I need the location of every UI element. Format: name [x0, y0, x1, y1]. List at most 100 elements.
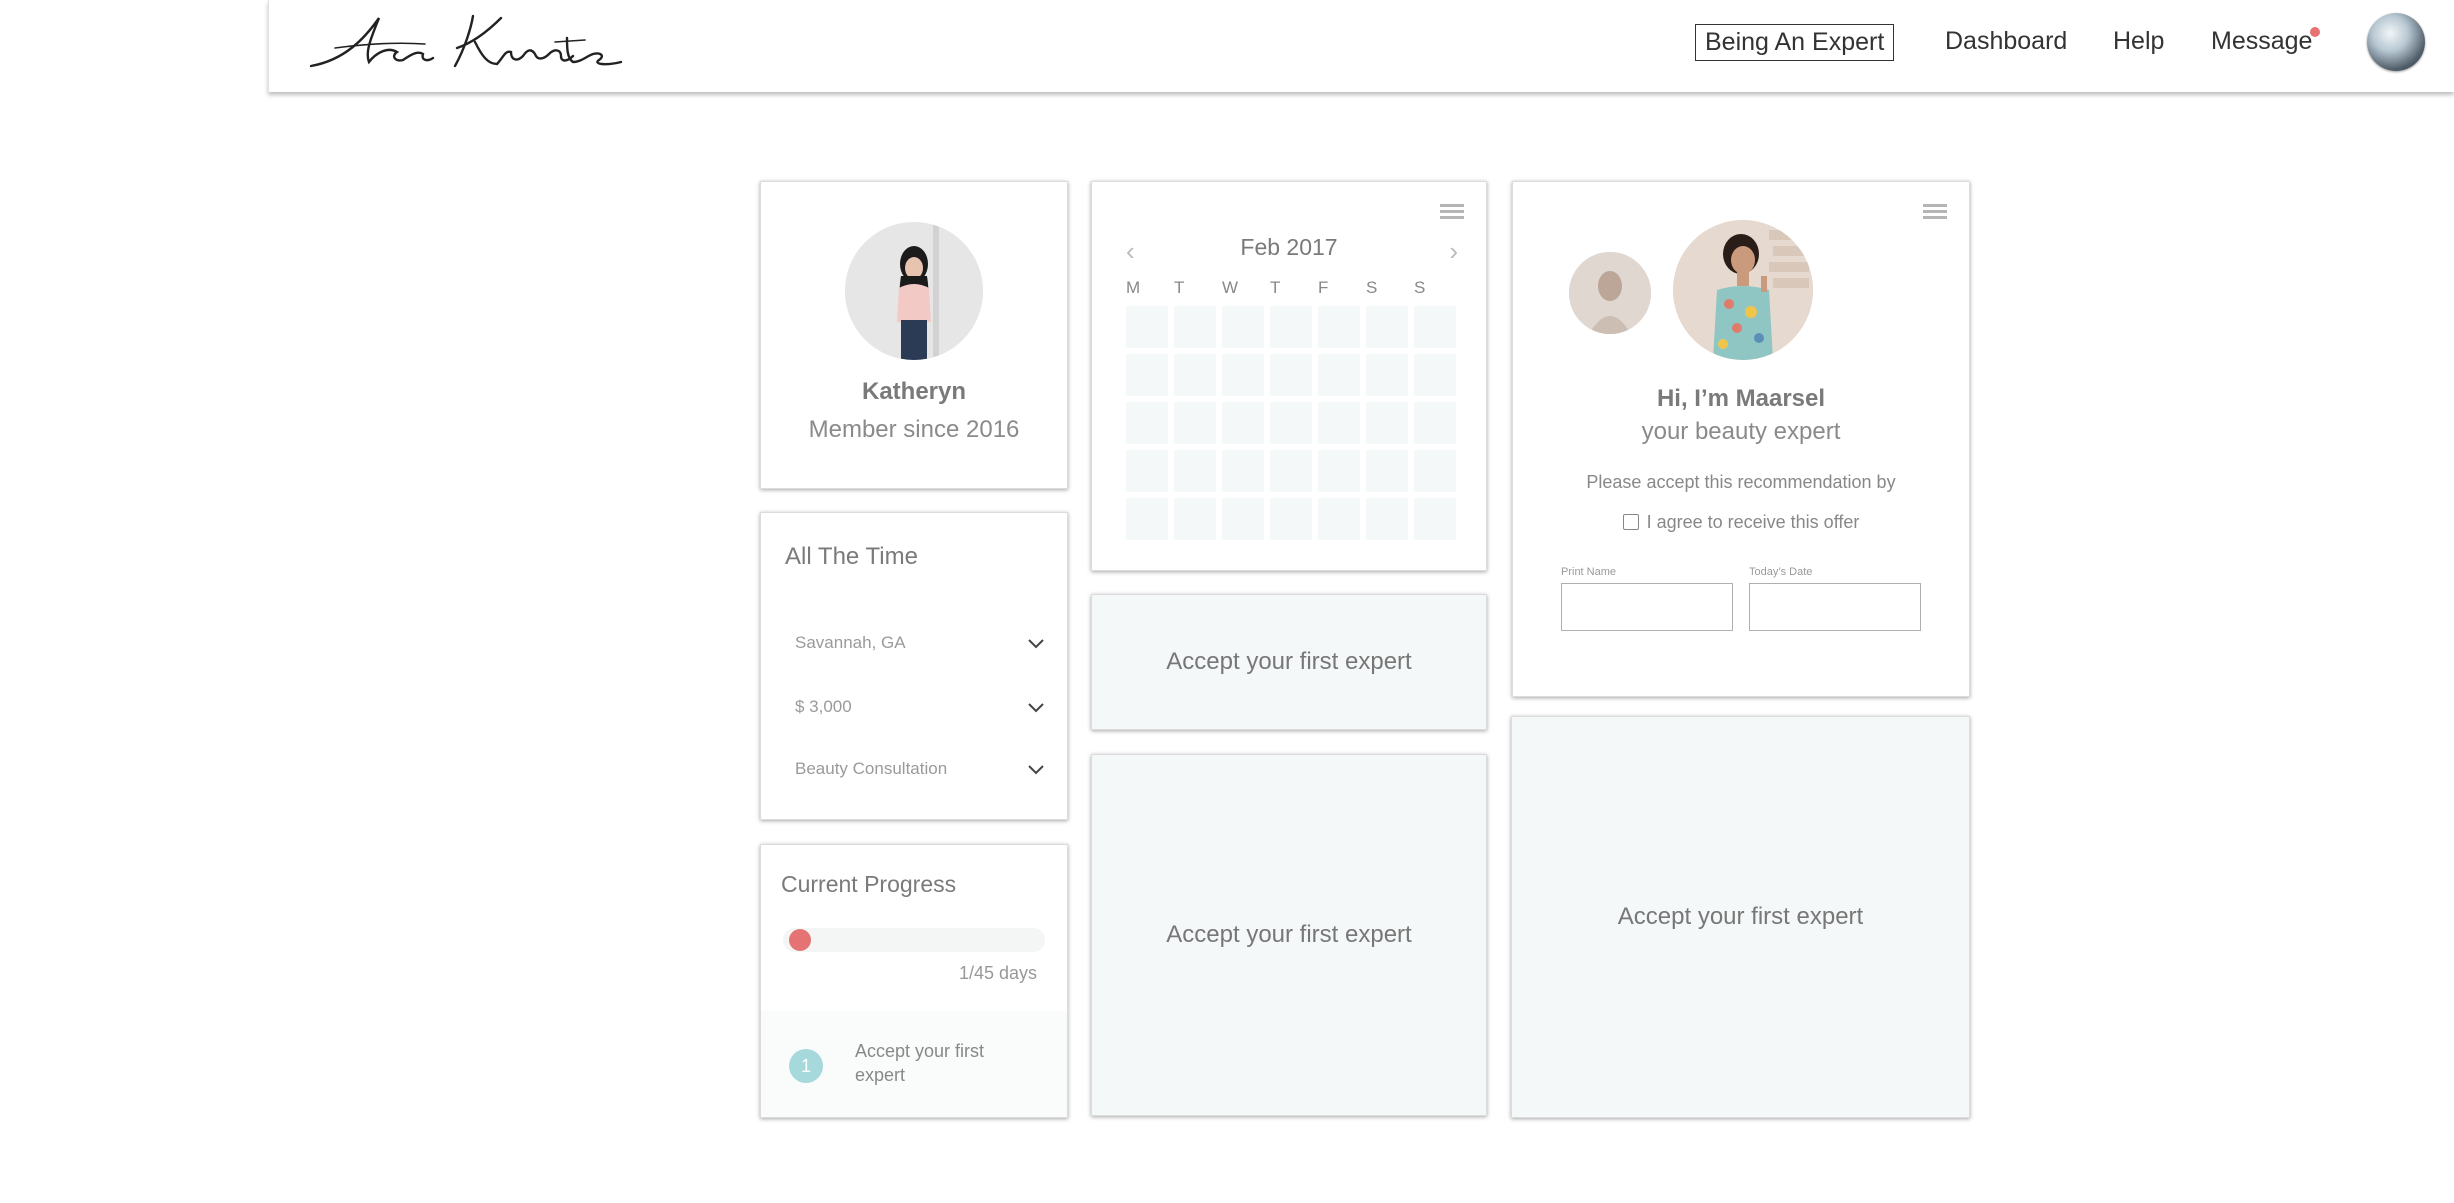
calendar-day-cell[interactable]: [1126, 402, 1168, 444]
expert-greeting: Hi, I’m Maarsel: [1656, 385, 1826, 412]
print-name-input[interactable]: [1561, 583, 1733, 631]
placeholder-text: Accept your first expert: [1166, 921, 1412, 948]
weekday-label: F: [1318, 278, 1329, 297]
weekday-label: T: [1174, 278, 1185, 297]
calendar-day-cell[interactable]: [1222, 498, 1264, 540]
placeholder-text: Accept your first expert: [1166, 648, 1412, 675]
calendar-day-cell[interactable]: [1414, 450, 1456, 492]
calendar-day-cell[interactable]: [1270, 354, 1312, 396]
agree-checkbox[interactable]: [1622, 514, 1639, 530]
weekday-label: T: [1270, 278, 1281, 297]
nav-dashboard-link[interactable]: Dashboard: [1945, 27, 2067, 56]
weekday-label: S: [1414, 278, 1426, 297]
calendar-day-cell[interactable]: [1126, 498, 1168, 540]
agree-row: I agree to receive this offer: [1513, 512, 1969, 533]
expert-role: your beauty expert: [1641, 418, 1841, 445]
budget-select-value: $ 3,000: [795, 697, 852, 716]
nav-message-link[interactable]: Message: [2211, 27, 2312, 56]
calendar-day-cell[interactable]: [1174, 498, 1216, 540]
accept-expert-card-small[interactable]: Accept your first expert: [1091, 594, 1487, 730]
expert-avatar[interactable]: [1673, 220, 1813, 360]
accept-expert-card-middle[interactable]: Accept your first expert: [1091, 754, 1487, 1116]
calendar-day-cell[interactable]: [1318, 498, 1360, 540]
calendar-day-cell[interactable]: [1174, 402, 1216, 444]
accept-expert-card-right[interactable]: Accept your first expert: [1511, 716, 1970, 1118]
calendar-grid: [1126, 306, 1456, 540]
chevron-down-icon: [1028, 765, 1044, 775]
placeholder-text: Accept your first expert: [1617, 903, 1864, 930]
calendar-day-cell[interactable]: [1126, 306, 1168, 348]
budget-select[interactable]: $ 3,000: [795, 697, 1045, 727]
calendar-day-cell[interactable]: [1366, 498, 1408, 540]
calendar-day-cell[interactable]: [1414, 354, 1456, 396]
profile-name: Katheryn: [861, 378, 967, 405]
calendar-card: ‹ Feb 2017 › M T W T F S S: [1091, 181, 1487, 571]
calendar-month: Feb 2017: [1240, 234, 1338, 260]
calendar-day-cell[interactable]: [1270, 498, 1312, 540]
calendar-day-cell[interactable]: [1318, 354, 1360, 396]
calendar-day-cell[interactable]: [1126, 450, 1168, 492]
progress-step[interactable]: 1 Accept your first expert: [761, 1011, 1067, 1117]
calendar-day-cell[interactable]: [1126, 354, 1168, 396]
calendar-day-cell[interactable]: [1222, 402, 1264, 444]
calendar-day-cell[interactable]: [1366, 306, 1408, 348]
calendar-day-cell[interactable]: [1366, 450, 1408, 492]
weekday-label: M: [1126, 278, 1141, 297]
calendar-day-cell[interactable]: [1174, 306, 1216, 348]
todays-date-label: Today’s Date: [1749, 566, 1813, 578]
expert-photo-icon: [1673, 220, 1813, 360]
profile-card: Katheryn Member since 2016: [760, 181, 1068, 489]
weekday-label: S: [1366, 278, 1378, 297]
progress-indicator: [788, 929, 811, 951]
calendar-day-cell[interactable]: [1414, 498, 1456, 540]
print-name-label: Print Name: [1561, 566, 1617, 578]
expert-thumbnail-avatar[interactable]: [1569, 252, 1651, 334]
calendar-day-cell[interactable]: [1366, 354, 1408, 396]
calendar-day-cell[interactable]: [1318, 450, 1360, 492]
progress-title: Current Progress: [781, 871, 957, 897]
step-number-badge: 1: [789, 1049, 823, 1083]
calendar-day-cell[interactable]: [1366, 402, 1408, 444]
calendar-day-cell[interactable]: [1414, 306, 1456, 348]
service-select[interactable]: Beauty Consultation: [795, 759, 1045, 789]
nav-being-expert-button[interactable]: Being An Expert: [1695, 24, 1895, 61]
calendar-day-cell[interactable]: [1414, 402, 1456, 444]
progress-card: Current Progress 1/45 days 1 Accept your…: [760, 844, 1068, 1118]
calendar-day-cell[interactable]: [1174, 450, 1216, 492]
expert-card: Hi, I’m Maarsel your beauty expert Pleas…: [1512, 181, 1970, 697]
hamburger-menu-icon[interactable]: [1923, 204, 1947, 222]
progress-bar: [783, 928, 1045, 952]
calendar-day-cell[interactable]: [1222, 450, 1264, 492]
todays-date-input[interactable]: [1749, 583, 1921, 631]
calendar-day-cell[interactable]: [1270, 450, 1312, 492]
step-text: Accept your first expert: [855, 1041, 985, 1085]
person-photo-icon: [845, 222, 983, 360]
calendar-next-button[interactable]: ›: [1449, 236, 1458, 267]
calendar-day-cell[interactable]: [1270, 306, 1312, 348]
calendar-day-cell[interactable]: [1174, 354, 1216, 396]
hamburger-menu-icon[interactable]: [1440, 204, 1464, 222]
calendar-day-cell[interactable]: [1222, 306, 1264, 348]
brand-logo[interactable]: [305, 8, 625, 78]
calendar-day-cell[interactable]: [1318, 306, 1360, 348]
weekday-label: W: [1222, 278, 1239, 297]
logo-signature-icon: [309, 14, 623, 68]
progress-days: 1/45 days: [958, 963, 1037, 983]
top-header: Being An Expert Dashboard Help Message: [268, 0, 2454, 92]
profile-member-since: Member since 2016: [808, 416, 1020, 443]
chevron-down-icon: [1028, 703, 1044, 713]
user-avatar[interactable]: [2367, 13, 2425, 71]
expert-instruction: Please accept this recommendation by: [1586, 472, 1896, 492]
expert-photo-icon: [1569, 252, 1651, 334]
calendar-weekdays: M T W T F S S: [1126, 278, 1462, 298]
chevron-down-icon: [1028, 639, 1044, 649]
notification-dot-icon: [2310, 27, 2320, 37]
service-select-value: Beauty Consultation: [795, 759, 948, 778]
nav-help-link[interactable]: Help: [2113, 27, 2164, 56]
calendar-day-cell[interactable]: [1318, 402, 1360, 444]
profile-avatar[interactable]: [845, 222, 983, 360]
location-select[interactable]: Savannah, GA: [795, 633, 1045, 663]
calendar-day-cell[interactable]: [1222, 354, 1264, 396]
calendar-day-cell[interactable]: [1270, 402, 1312, 444]
location-select-value: Savannah, GA: [795, 633, 906, 652]
